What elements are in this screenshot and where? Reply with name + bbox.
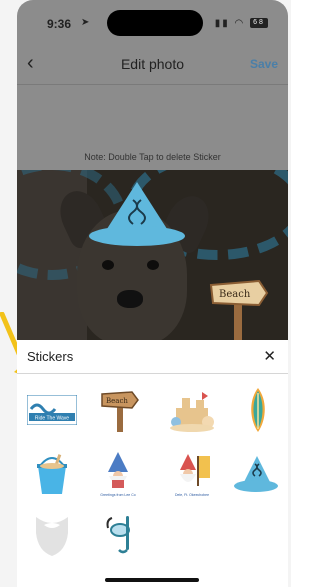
placed-sign-text: Beach: [219, 289, 251, 300]
sticker-label: Beach: [106, 397, 128, 405]
location-arrow-icon: ➤: [81, 17, 90, 28]
sticker-snorkel[interactable]: [95, 510, 145, 558]
sticker-ride-the-wave[interactable]: Ride The Wave: [27, 386, 77, 434]
close-icon[interactable]: ✕: [263, 347, 276, 365]
page-title: Edit photo: [120, 56, 185, 72]
gnome-flag-icon: Dele, Ft. Okeechobee: [175, 454, 210, 497]
status-time: 9:36: [47, 17, 72, 31]
sticker-beard[interactable]: [27, 510, 77, 558]
beach-sign-icon: Beach: [101, 391, 139, 432]
status-icons: ▮▮ ◠ 68: [215, 18, 268, 29]
sheet-title: Stickers: [27, 349, 74, 364]
sticker-surfboard[interactable]: [233, 386, 283, 434]
placed-wizard-hat-sticker[interactable]: [87, 180, 187, 250]
battery-icon: 68: [250, 18, 268, 29]
sticker-sand-bucket[interactable]: [27, 450, 77, 498]
surfboard-icon: [251, 388, 265, 432]
edit-photo-canvas[interactable]: Beach: [17, 170, 288, 342]
nav-bar: ‹ Edit photo Save: [17, 44, 288, 84]
dog-nose: [117, 290, 143, 308]
sticker-label: Greetings from Lee Co: [100, 493, 135, 497]
home-indicator: [105, 578, 199, 582]
stickers-sheet: Stickers ✕ Ride The Wave Beach Greetings…: [17, 340, 288, 587]
placed-beach-sign-sticker[interactable]: Beach: [209, 275, 269, 341]
sticker-gnome-flag[interactable]: Dele, Ft. Okeechobee: [167, 450, 217, 498]
wifi-icon: ◠: [234, 18, 246, 29]
wizard-hat-icon: [234, 456, 278, 492]
sticker-beach-sign[interactable]: Beach: [95, 386, 145, 434]
nav-divider: [17, 84, 288, 85]
save-button[interactable]: Save: [250, 57, 278, 71]
sticker-label: Ride The Wave: [35, 416, 69, 422]
dog-eye: [102, 260, 114, 270]
delete-sticker-note: Note: Double Tap to delete Sticker: [84, 152, 221, 162]
sheet-divider: [17, 373, 288, 374]
sticker-sandcastle[interactable]: [167, 386, 217, 434]
sticker-label: Dele, Ft. Okeechobee: [175, 493, 209, 497]
status-bar: 9:36 ➤ ▮▮ ◠ 68: [17, 0, 288, 44]
sticker-wizard-hat[interactable]: [231, 450, 281, 498]
ride-the-wave-logo-icon: Ride The Wave: [27, 395, 77, 425]
screenshot-frame: 9:36 ➤ ▮▮ ◠ 68 ‹ Edit photo Save Note: D…: [0, 0, 291, 587]
dog-eye: [147, 260, 159, 270]
beard-icon: [36, 517, 68, 556]
dynamic-island: [107, 10, 203, 36]
sandcastle-icon: [170, 392, 214, 432]
phone-screen: 9:36 ➤ ▮▮ ◠ 68 ‹ Edit photo Save Note: D…: [17, 0, 288, 587]
sand-bucket-icon: [37, 454, 67, 494]
sticker-gnome[interactable]: Greetings from Lee Co: [93, 450, 143, 498]
snorkel-icon: [106, 516, 130, 554]
signal-icon: ▮▮: [214, 18, 230, 29]
gnome-icon: Greetings from Lee Co: [100, 452, 136, 497]
